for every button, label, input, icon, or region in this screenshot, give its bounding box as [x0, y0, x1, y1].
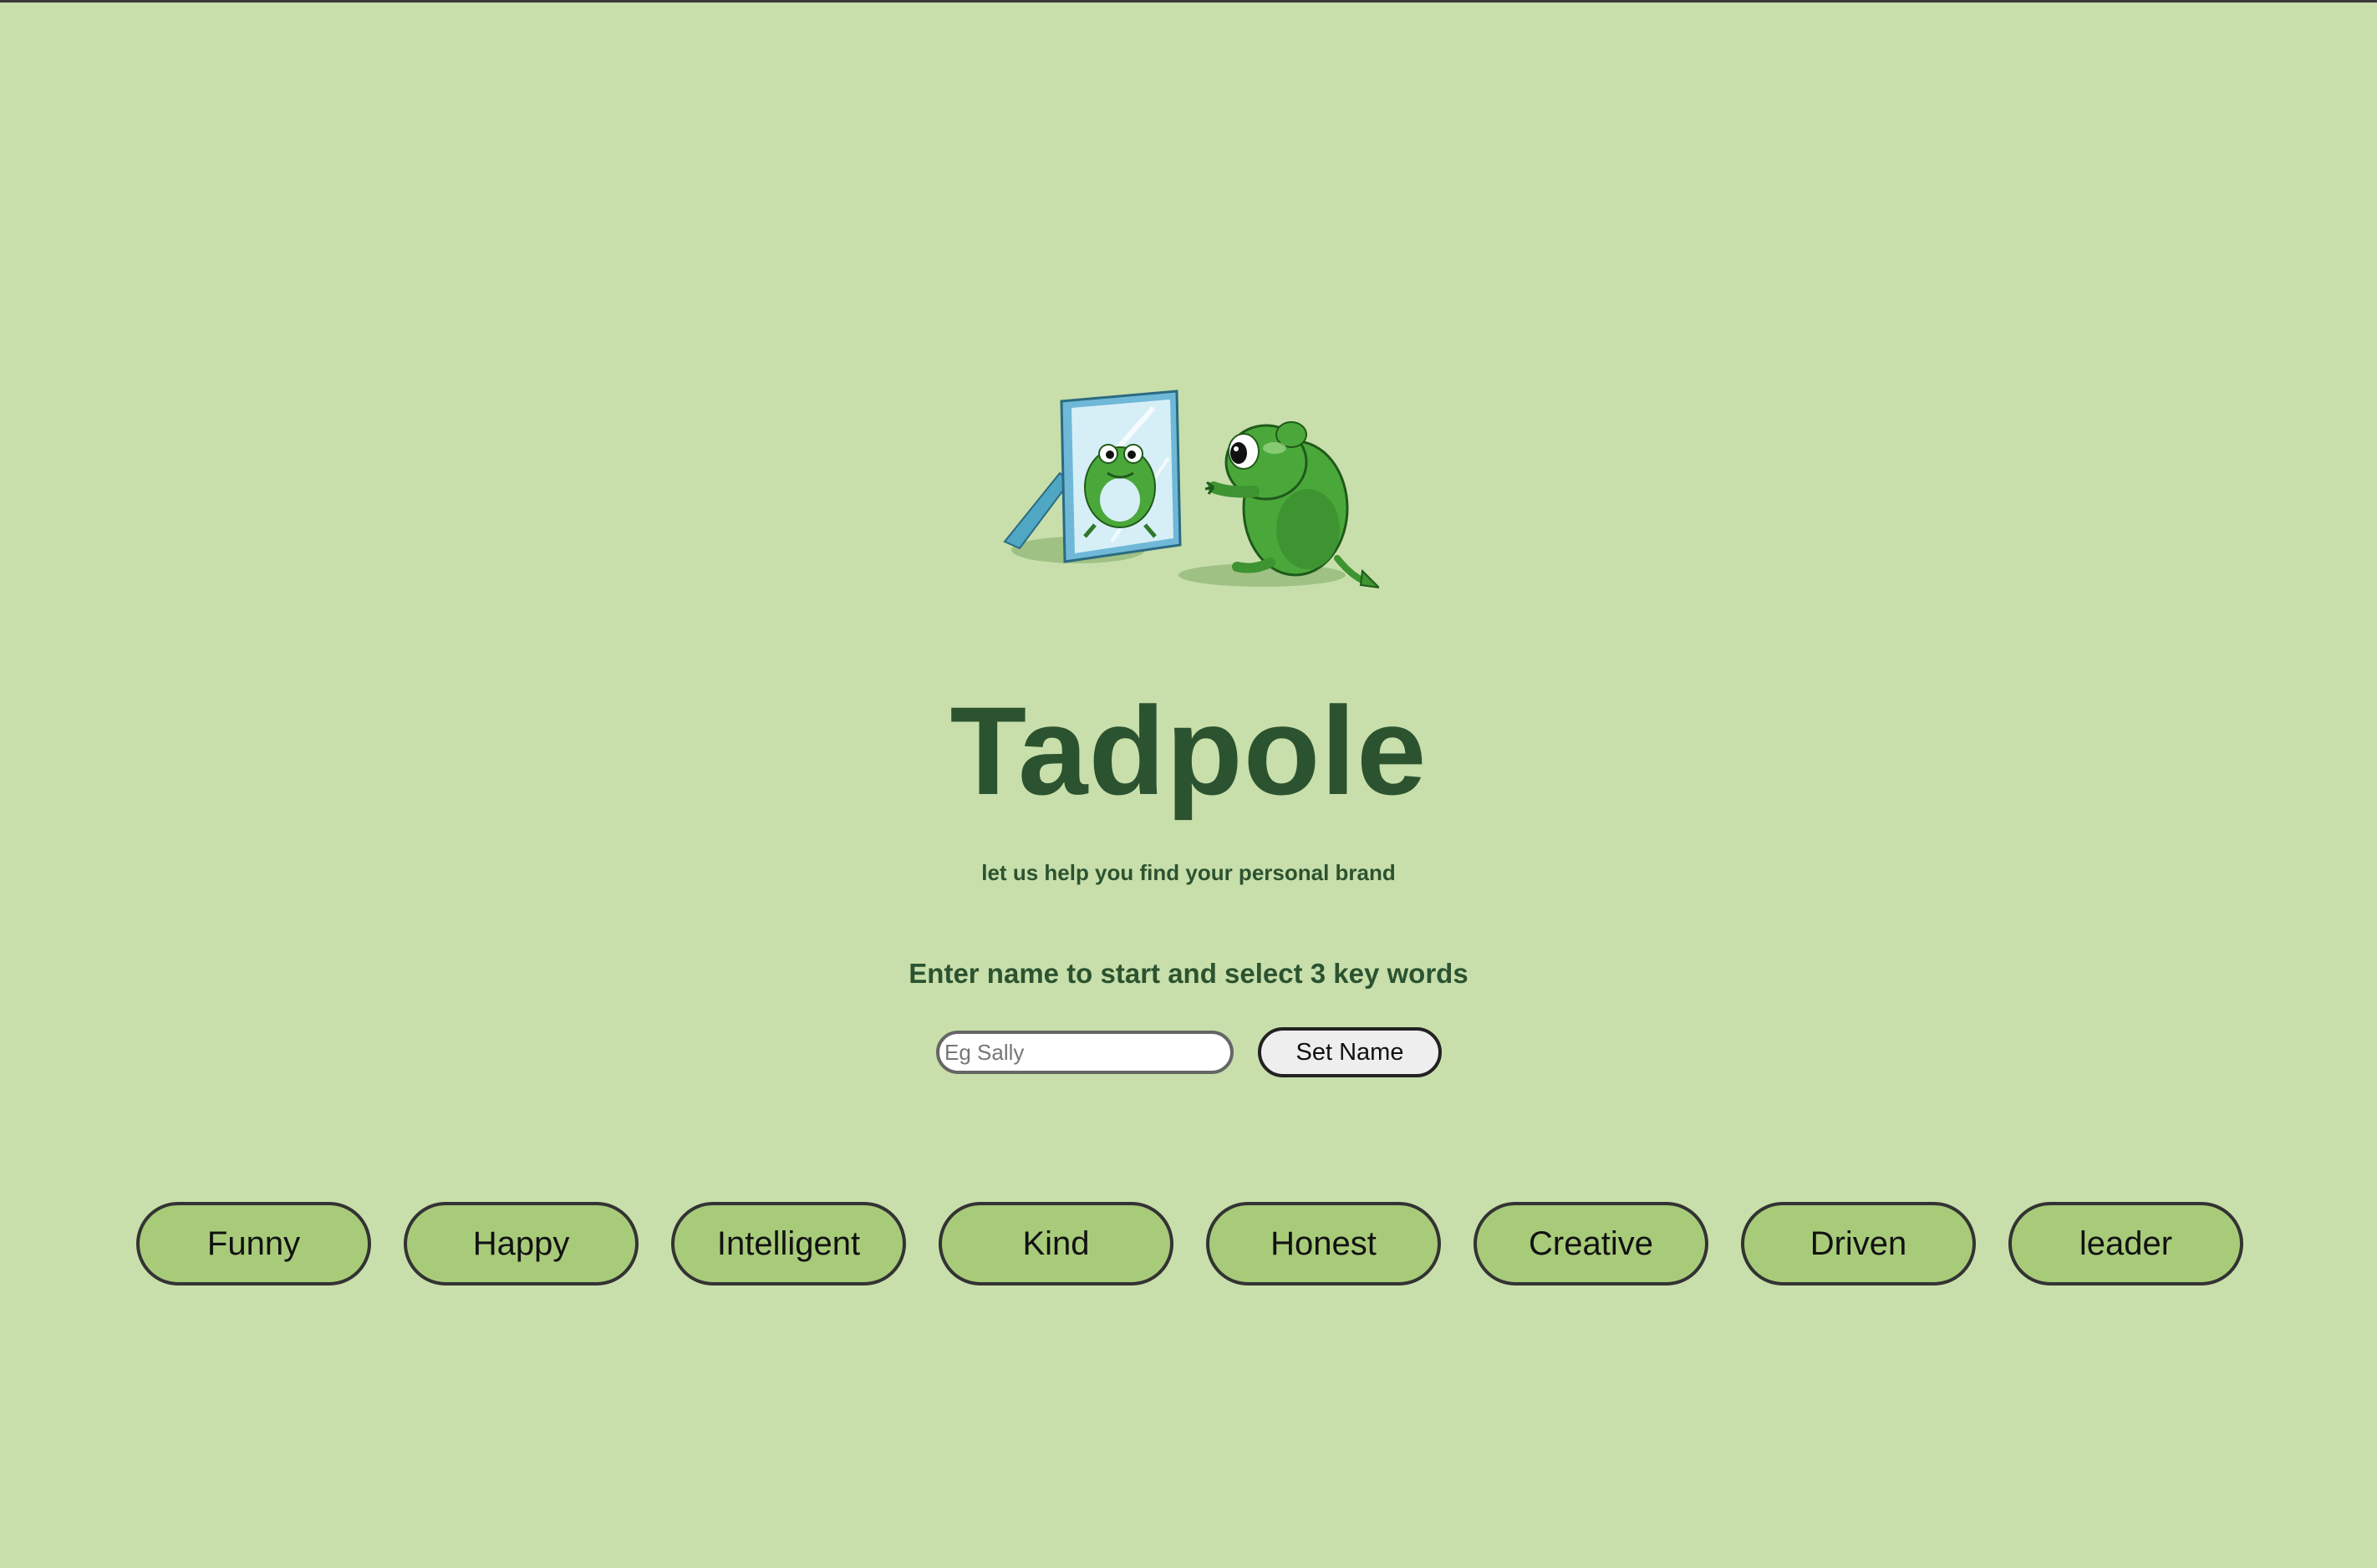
keyword-button-leader[interactable]: leader: [2008, 1202, 2243, 1285]
set-name-button[interactable]: Set Name: [1258, 1027, 1442, 1077]
keyword-button-intelligent[interactable]: Intelligent: [671, 1202, 906, 1285]
keyword-button-kind[interactable]: Kind: [939, 1202, 1173, 1285]
keyword-button-happy[interactable]: Happy: [404, 1202, 639, 1285]
app-subtitle: let us help you find your personal brand: [981, 860, 1396, 885]
frog-mirror-illustration: [1003, 389, 1379, 589]
keyword-button-funny[interactable]: Funny: [136, 1202, 371, 1285]
name-input[interactable]: [936, 1031, 1234, 1074]
keyword-button-honest[interactable]: Honest: [1206, 1202, 1441, 1285]
instruction-text: Enter name to start and select 3 key wor…: [909, 958, 1468, 989]
tadpole-page: Tadpole let us help you find your person…: [0, 0, 2377, 1568]
keyword-list: Funny Happy Intelligent Kind Honest Crea…: [136, 1202, 2243, 1287]
keyword-button-creative[interactable]: Creative: [1474, 1202, 1708, 1285]
keyword-button-driven[interactable]: Driven: [1741, 1202, 1976, 1285]
app-title: Tadpole: [949, 680, 1428, 821]
